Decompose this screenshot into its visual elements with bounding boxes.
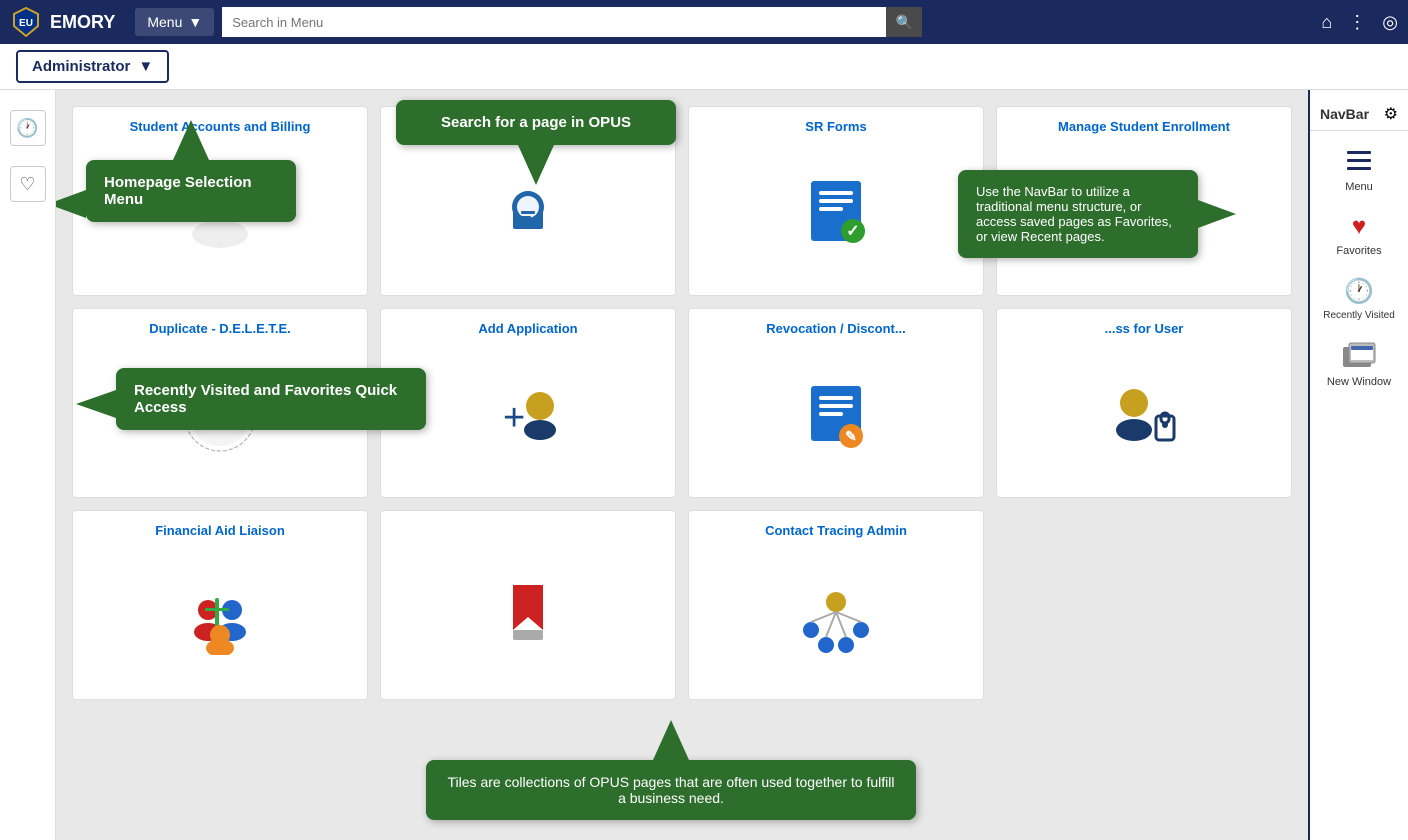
main-layout: 🕐 ♡ Student Accounts and Billing t Data … (0, 90, 1408, 840)
header: EU EMORY Menu ▼ 🔍 ⌂ ⋮ ◎ (0, 0, 1408, 44)
callout-search: Search for a page in OPUS (396, 100, 676, 145)
navbar-favorites-label: Favorites (1336, 245, 1381, 257)
tile-contact-tracing-icon (796, 548, 876, 687)
navbar-menu-label: Menu (1345, 181, 1373, 193)
tile-bookmarks[interactable] (380, 510, 676, 700)
menu-bars-icon (1347, 151, 1371, 177)
callout-navbar-text: Use the NavBar to utilize a traditional … (976, 184, 1172, 244)
callout-tiles: Tiles are collections of OPUS pages that… (426, 760, 916, 820)
new-window-icon (1341, 341, 1377, 376)
admin-chevron-icon: ▼ (138, 58, 153, 75)
menu-label: Menu (147, 14, 182, 30)
tile-sr-forms-icon: ✓ (801, 144, 871, 283)
callout-recently-visited: Recently Visited and Favorites Quick Acc… (116, 368, 426, 430)
navbar-header: NavBar ⚙ (1310, 98, 1408, 131)
navbar-item-favorites[interactable]: ♥ Favorites (1310, 203, 1408, 267)
emory-shield-icon: EU (10, 6, 42, 38)
navbar-settings-icon[interactable]: ⚙ (1384, 104, 1398, 124)
tile-user-access-title: ...ss for User (1009, 321, 1279, 336)
tile-add-application-icon: + (488, 346, 568, 485)
tile-financial-aid-title: Financial Aid Liaison (85, 523, 355, 538)
tile-user-access-icon (1104, 346, 1184, 485)
logo: EU EMORY (10, 6, 115, 38)
navbar-recently-visited-label: Recently Visited (1323, 310, 1395, 321)
navbar-new-window-label: New Window (1327, 376, 1391, 388)
favorites-quick-icon[interactable]: ♡ (10, 166, 46, 202)
tile-bookmarks-icon (493, 533, 563, 687)
tile-financial-aid-icon (180, 548, 260, 687)
search-button[interactable]: 🔍 (886, 7, 922, 37)
svg-text:EU: EU (19, 18, 33, 29)
tile-student-accounts-title: Student Accounts and Billing (85, 119, 355, 134)
tile-contact-tracing[interactable]: Contact Tracing Admin (688, 510, 984, 700)
left-quick-bar: 🕐 ♡ (0, 90, 56, 840)
tile-manage-enrollment-title: Manage Student Enrollment (1009, 119, 1279, 134)
menu-button[interactable]: Menu ▼ (135, 8, 214, 36)
tile-revocation-title: Revocation / Discont... (701, 321, 971, 336)
callout-tiles-text: Tiles are collections of OPUS pages that… (448, 774, 895, 806)
callout-search-text: Search for a page in OPUS (441, 114, 631, 131)
more-options-icon[interactable]: ⋮ (1348, 12, 1366, 33)
navbar-item-menu[interactable]: Menu (1310, 141, 1408, 203)
admin-dropdown[interactable]: Administrator ▼ (16, 50, 169, 83)
callout-recently-visited-text: Recently Visited and Favorites Quick Acc… (134, 382, 397, 416)
callout-homepage-text: Homepage Selection Menu (104, 174, 252, 208)
navbar-title: NavBar (1320, 106, 1369, 122)
home-icon[interactable]: ⌂ (1321, 12, 1332, 33)
tile-user-access[interactable]: ...ss for User (996, 308, 1292, 498)
logo-text: EMORY (50, 12, 115, 33)
tile-contact-tracing-title: Contact Tracing Admin (701, 523, 971, 538)
tile-revocation[interactable]: Revocation / Discont... ✎ (688, 308, 984, 498)
navbar-panel: NavBar ⚙ Menu ♥ Favorites 🕐 Recently Vis… (1308, 90, 1408, 840)
navbar-item-recently-visited[interactable]: 🕐 Recently Visited (1310, 267, 1408, 331)
heart-icon: ♥ (1352, 213, 1366, 241)
svg-text:+: + (503, 397, 525, 439)
tile-add-application-title: Add Application (393, 321, 663, 336)
search-input[interactable] (222, 7, 886, 37)
tile-financial-aid[interactable]: Financial Aid Liaison (72, 510, 368, 700)
header-icons: ⌂ ⋮ ◎ (1321, 12, 1398, 33)
sub-header: Administrator ▼ (0, 44, 1408, 90)
accessibility-icon[interactable]: ◎ (1382, 12, 1398, 33)
search-bar: 🔍 (222, 7, 922, 37)
tile-duplicate-title: Duplicate - D.E.L.E.T.E. (85, 321, 355, 336)
recently-visited-quick-icon[interactable]: 🕐 (10, 110, 46, 146)
tile-sr-forms[interactable]: SR Forms ✓ (688, 106, 984, 296)
menu-chevron-icon: ▼ (188, 14, 202, 30)
clock-icon: 🕐 (1344, 277, 1374, 306)
callout-navbar: Use the NavBar to utilize a traditional … (958, 170, 1198, 258)
svg-text:✓: ✓ (846, 223, 859, 240)
callout-homepage: Homepage Selection Menu (86, 160, 296, 222)
content-area: Student Accounts and Billing t Data View (56, 90, 1308, 840)
admin-label: Administrator (32, 58, 130, 75)
tile-revocation-icon: ✎ (801, 346, 871, 485)
tile-sr-forms-title: SR Forms (701, 119, 971, 134)
navbar-item-new-window[interactable]: New Window (1310, 331, 1408, 398)
svg-text:✎: ✎ (845, 428, 857, 444)
